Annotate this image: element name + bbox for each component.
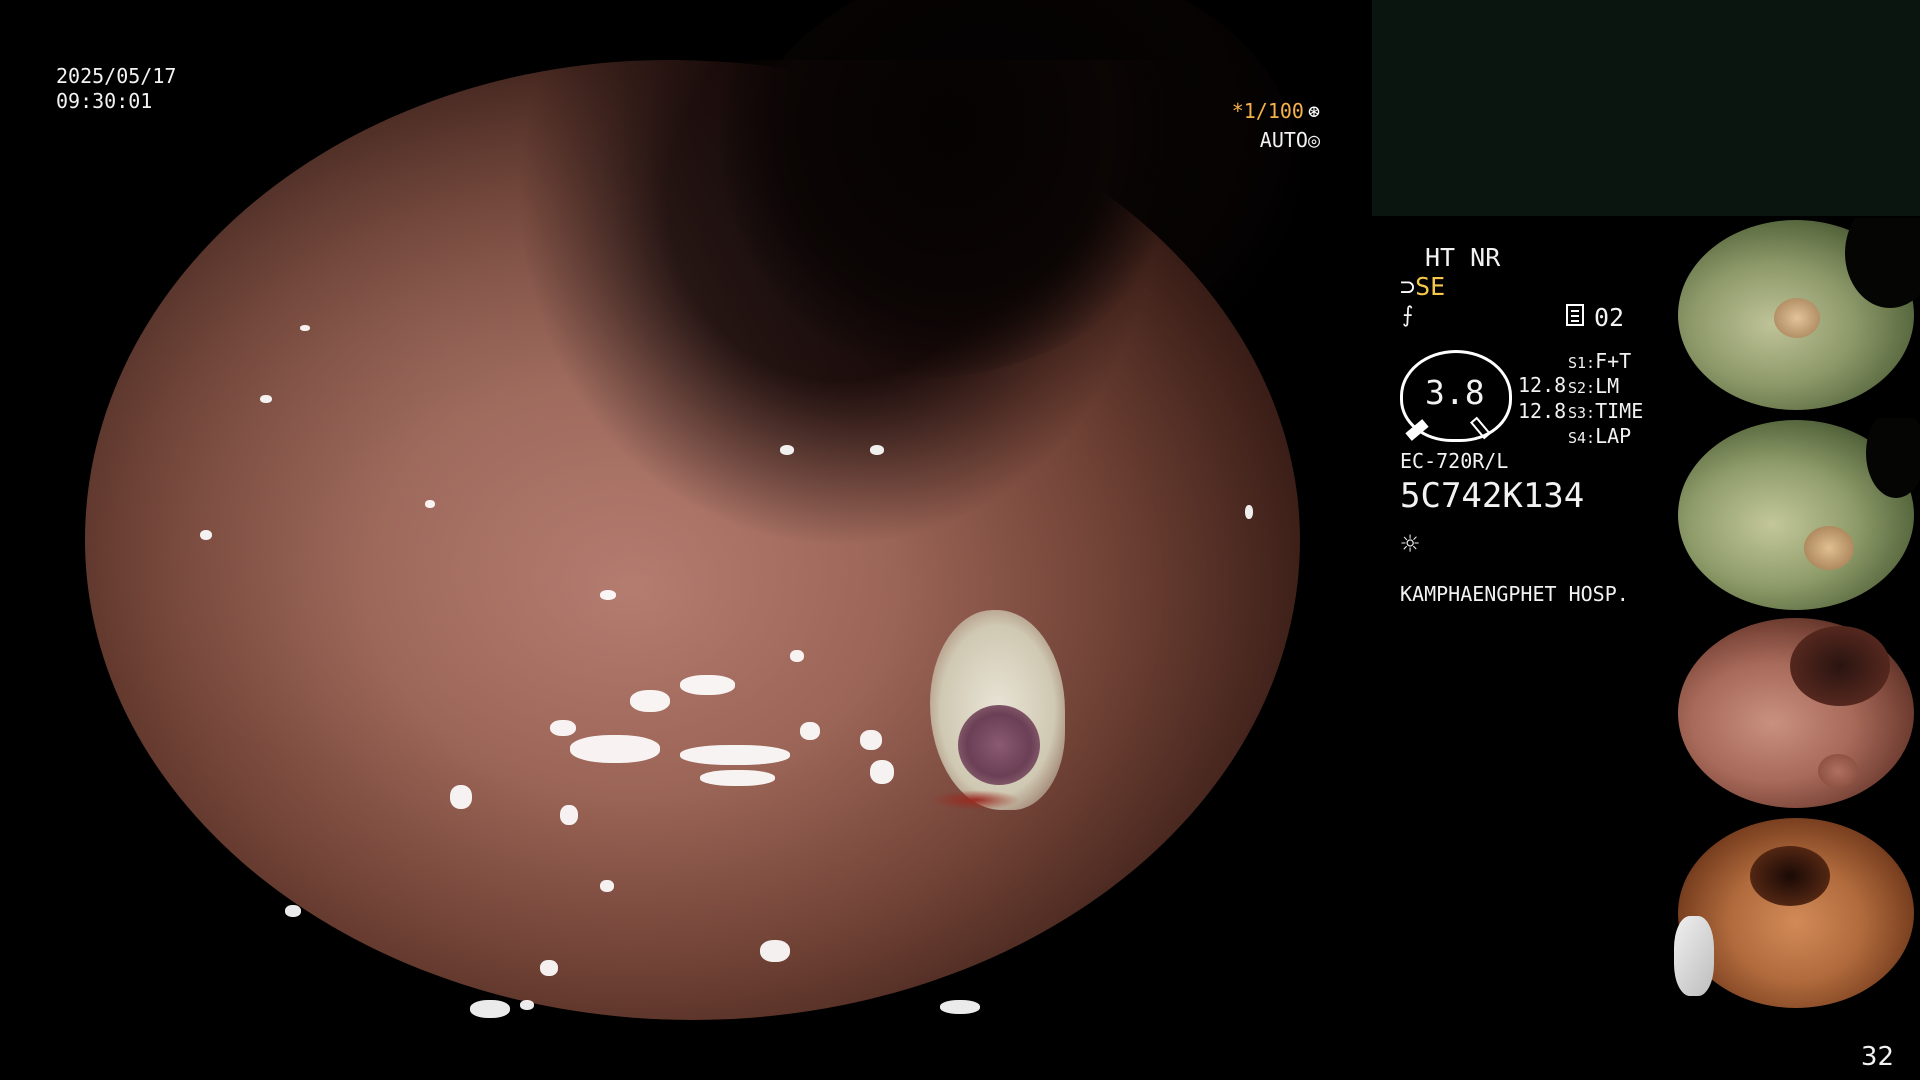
specular-reflection: [540, 960, 558, 976]
specular-reflection: [300, 325, 310, 331]
thumbnail-polyp: [1804, 526, 1854, 570]
specular-reflection: [1245, 505, 1253, 519]
captured-image-3[interactable]: [1670, 616, 1920, 808]
specular-reflection: [200, 530, 212, 540]
specular-reflection: [570, 735, 660, 763]
hospital-name: KAMPHAENGPHET HOSP.: [1400, 582, 1629, 606]
lesion-center: [958, 705, 1040, 785]
specular-reflection: [940, 1000, 980, 1014]
specular-reflection: [450, 785, 472, 809]
specular-reflection: [800, 722, 820, 740]
captured-image-4[interactable]: [1670, 816, 1920, 1008]
specular-reflection: [550, 720, 576, 736]
aperture-icon: ⊛: [1307, 99, 1320, 123]
specular-reflection: [520, 1000, 534, 1010]
specular-reflection: [680, 675, 735, 695]
specular-reflection: [870, 445, 884, 455]
scope-model: EC-720R/L: [1400, 449, 1509, 473]
endoscopic-live-view: [0, 0, 1370, 1080]
exam-date: 2025/05/17: [56, 64, 177, 88]
exposure-mode-value: AUTO: [1259, 128, 1308, 152]
shutter-speed-value: *1/100: [1231, 99, 1304, 123]
scope-serial: 5C742K134: [1400, 476, 1585, 516]
specular-reflection: [870, 760, 894, 784]
specular-reflection: [285, 905, 301, 917]
captured-image-2[interactable]: [1670, 418, 1920, 610]
thumbnail-lumen: [1750, 846, 1830, 906]
reserved-display-area: [1372, 0, 1920, 216]
thumbnail-polyp: [1774, 298, 1820, 338]
lesion-bleeding-rim: [930, 790, 1020, 810]
thumbnail-polyp: [1818, 754, 1858, 788]
switch-s3: S3:TIME: [1568, 399, 1644, 423]
specular-reflection: [790, 650, 804, 662]
light-source-icon: ☼: [1401, 527, 1420, 562]
specular-reflection: [860, 730, 882, 750]
specular-reflection: [600, 880, 614, 892]
ratio-value-1: 12.8: [1518, 373, 1567, 397]
page-counter-icon: [1566, 304, 1584, 326]
specular-reflection: [780, 445, 794, 455]
edge-enhance-icon: ⨍: [1402, 303, 1414, 328]
shutter-speed-indicator: *1/100 ⊛: [1232, 99, 1320, 123]
specular-reflection: [600, 590, 616, 600]
specular-reflection: [425, 500, 435, 508]
specular-reflection: [630, 690, 670, 712]
ratio-value-2: 12.8: [1518, 399, 1567, 423]
switch-s4: S4:LAP: [1568, 424, 1632, 448]
thumbnail-lumen: [1790, 626, 1890, 706]
specular-reflection: [700, 770, 775, 786]
enhancement-modes: HT NR: [1425, 243, 1501, 272]
page-counter-value: 02: [1594, 303, 1625, 332]
slide-number: 32: [1860, 1042, 1894, 1072]
switch-s2: S2:LM: [1568, 374, 1620, 398]
switch-s1: S1:F+T: [1568, 349, 1632, 373]
structure-enhance-label: SE: [1415, 272, 1446, 301]
specular-reflection: [760, 940, 790, 962]
captured-image-1[interactable]: [1670, 218, 1920, 410]
specular-reflection: [260, 395, 272, 403]
auto-iris-icon: ◎: [1307, 128, 1320, 152]
thumbnail-instrument: [1674, 916, 1714, 996]
specular-reflection: [560, 805, 578, 825]
exposure-mode-indicator: AUTO◎: [1260, 128, 1320, 152]
structure-enhance-icon: ⊃: [1400, 272, 1416, 301]
gauge-value: 3.8: [1425, 373, 1485, 412]
structure-enhance-indicator: ⊃SE: [1400, 272, 1445, 301]
specular-reflection: [680, 745, 790, 765]
specular-reflection: [470, 1000, 510, 1018]
exam-time: 09:30:01: [56, 89, 153, 113]
